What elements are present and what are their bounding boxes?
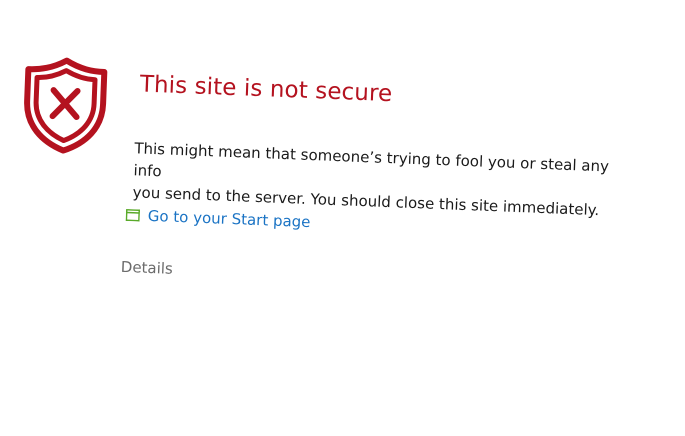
- details-toggle[interactable]: Details: [121, 258, 174, 278]
- warning-message-line-1: This might mean that someone’s trying to…: [133, 139, 609, 180]
- security-warning-page: This site is not secure This might mean …: [0, 0, 684, 436]
- start-link-label: Go to your Start page: [147, 207, 310, 231]
- go-to-start-page-link[interactable]: Go to your Start page: [125, 206, 310, 231]
- shield-error-icon: [19, 53, 111, 156]
- page-title: This site is not secure: [139, 71, 392, 107]
- window-icon: [126, 209, 140, 222]
